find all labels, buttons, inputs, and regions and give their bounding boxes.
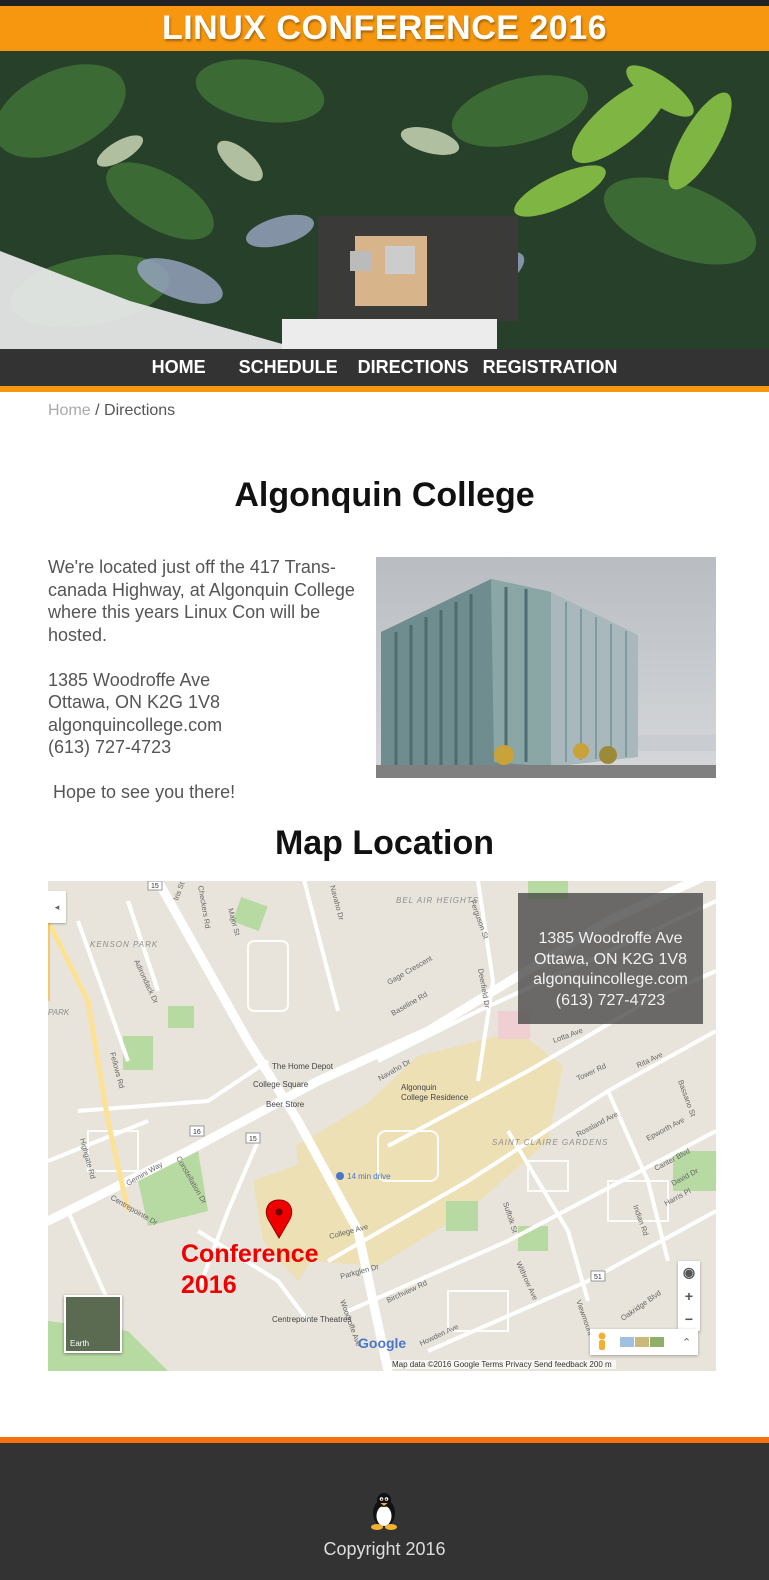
map-attribution[interactable]: Map data ©2016 Google Terms Privacy Send…	[388, 1360, 616, 1369]
directions-info: We're located just off the 417 Trans-can…	[48, 556, 368, 804]
place-saint-claire-gardens: SAINT CLAIRE GARDENS	[492, 1138, 608, 1147]
breadcrumb: Home / Directions	[48, 402, 175, 420]
place-park: PARK	[48, 1008, 70, 1017]
map-heading: Map Location	[274, 824, 495, 862]
map-collapse-button[interactable]: ◂	[48, 891, 66, 923]
nav-registration[interactable]: REGISTRATION	[483, 357, 618, 378]
breadcrumb-separator: /	[90, 402, 105, 419]
college-building-photo	[376, 557, 716, 778]
map-info-city: Ottawa, ON K2G 1V8	[534, 950, 687, 968]
directions-closing: Hope to see you there!	[53, 782, 236, 802]
map-layer-bar: ⌃	[590, 1329, 698, 1355]
route-16-shield: 16	[193, 1129, 201, 1136]
directions-intro: We're located just off the 417 Trans-can…	[48, 557, 355, 645]
directions-heading: Algonquin College	[234, 476, 535, 514]
footer-copyright: Copyright 2016	[323, 1539, 446, 1559]
map-info-box: 1385 Woodroffe Ave Ottawa, ON K2G 1V8 al…	[518, 893, 703, 1024]
nav-schedule[interactable]: SCHEDULE	[239, 357, 338, 378]
site-footer: Copyright 2016	[0, 1443, 769, 1580]
zoom-out-button[interactable]: −	[678, 1307, 700, 1330]
hero-banner-image	[0, 51, 769, 349]
place-kenson-park: KENSON PARK	[90, 940, 158, 949]
site-header: LINUX CONFERENCE 2016	[0, 6, 769, 51]
google-logo: Google	[358, 1335, 407, 1351]
place-bel-air-heights: BEL AIR HEIGHTS	[396, 896, 479, 905]
earth-view-button[interactable]: Earth	[64, 1295, 122, 1353]
route-15-shield-top: 15	[151, 883, 159, 890]
earth-view-label: Earth	[70, 1339, 90, 1348]
conference-marker-label-line2: 2016	[181, 1271, 237, 1299]
pegman-icon[interactable]	[598, 1332, 606, 1351]
place-residence-1: Algonquin	[401, 1083, 437, 1092]
embedded-map[interactable]: KENSON PARK BEL AIR HEIGHTS SAINT CLAIRE…	[48, 881, 716, 1371]
address-line-website: algonquincollege.com	[48, 714, 223, 735]
nav-directions[interactable]: DIRECTIONS	[358, 357, 469, 378]
map-info-street: 1385 Woodroffe Ave	[538, 930, 683, 947]
route-51-shield: 51	[594, 1274, 602, 1281]
place-college-square: College Square	[253, 1080, 309, 1089]
my-location-icon[interactable]: ◉	[678, 1261, 700, 1284]
map-info-website: algonquincollege.com	[533, 971, 688, 988]
layer-thumb-3-icon[interactable]	[650, 1337, 664, 1347]
place-home-depot: The Home Depot	[272, 1062, 334, 1071]
expand-layers-icon[interactable]: ⌃	[682, 1337, 691, 1349]
drive-time-icon	[336, 1172, 344, 1180]
conference-marker-label-line1: Conference	[181, 1240, 319, 1268]
route-15-shield: 15	[249, 1136, 257, 1143]
place-centrepointe-theatres: Centrepointe Theatres	[272, 1315, 351, 1324]
zoom-in-button[interactable]: +	[678, 1284, 700, 1307]
site-title: LINUX CONFERENCE 2016	[161, 9, 608, 47]
address-line-phone: (613) 727-4723	[48, 737, 172, 757]
address-line-city: Ottawa, ON K2G 1V8	[48, 692, 221, 712]
nav-home[interactable]: HOME	[152, 357, 206, 378]
nav-underline	[0, 386, 769, 392]
conference-marker-label: Conference 2016	[181, 1239, 319, 1301]
map-zoom-controls: ◉ + −	[678, 1261, 700, 1331]
layer-thumb-1-icon[interactable]	[620, 1337, 634, 1347]
tux-penguin-icon	[371, 1493, 397, 1530]
place-residence-2: College Residence	[401, 1093, 469, 1102]
place-beer-store: Beer Store	[266, 1100, 305, 1109]
breadcrumb-home-link[interactable]: Home	[48, 402, 91, 419]
layer-thumb-2-icon[interactable]	[635, 1337, 649, 1347]
address-line-street: 1385 Woodroffe Ave	[48, 669, 211, 690]
map-info-phone: (613) 727-4723	[555, 991, 666, 1009]
drive-time-label: 14 min drive	[347, 1172, 391, 1181]
breadcrumb-current: Directions	[104, 402, 176, 419]
main-nav: HOME SCHEDULE DIRECTIONS REGISTRATION	[0, 349, 769, 386]
